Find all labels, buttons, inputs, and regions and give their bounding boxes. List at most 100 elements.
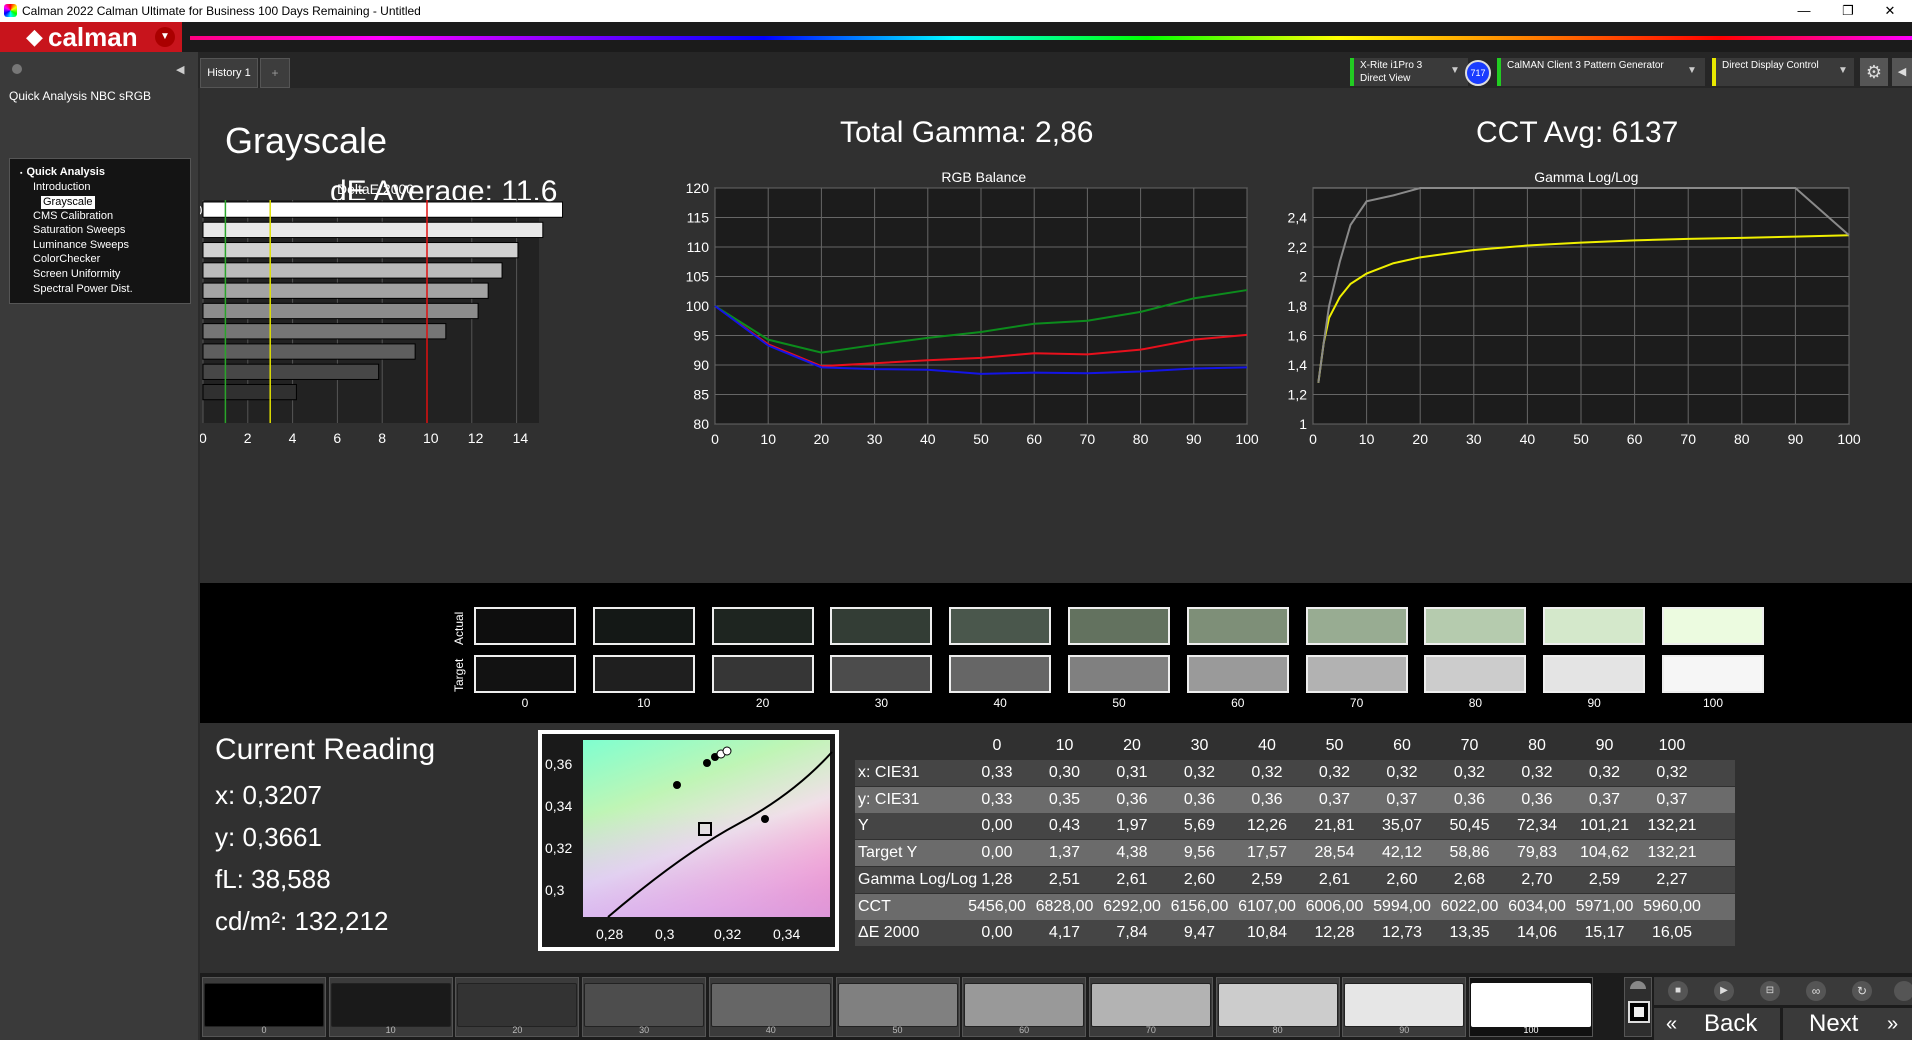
pattern-generator-selector[interactable]: CalMAN Client 3 Pattern Generator ▼	[1497, 58, 1705, 86]
stop-button[interactable]	[1628, 1001, 1650, 1023]
next-button[interactable]: Next »	[1783, 1008, 1912, 1040]
minimize-icon[interactable]: —	[1782, 0, 1826, 22]
target-whitepoint-marker	[698, 822, 712, 836]
logo-dropdown-icon[interactable]: ▼	[155, 27, 175, 47]
patch-label: 10	[385, 1025, 396, 1035]
sidebar-item-saturation-sweeps[interactable]: Saturation Sweeps	[33, 224, 125, 237]
g-rgb-x-tick: 100	[1235, 431, 1259, 447]
target-swatch	[1543, 655, 1646, 693]
tree-group-label: Quick Analysis	[26, 166, 105, 178]
meter-selector[interactable]: X-Rite i1Pro 3 Direct View ▼	[1350, 58, 1468, 86]
add-tab-button[interactable]: +	[260, 58, 290, 88]
cie-svg	[607, 746, 833, 918]
table-cell: 0,37	[1588, 790, 1621, 808]
sidebar-item-luminance-sweeps[interactable]: Luminance Sweeps	[33, 239, 129, 252]
sidebar-item-spectral-power[interactable]: Spectral Power Dist.	[33, 283, 133, 296]
table-cell: 2,60	[1386, 870, 1418, 888]
meter-status-badge[interactable]: 717	[1465, 60, 1491, 86]
table-cell: 12,28	[1314, 924, 1355, 942]
patch-label: 80	[1272, 1025, 1283, 1035]
target-label: Target	[452, 658, 466, 692]
back-button[interactable]: « Back	[1654, 1008, 1780, 1040]
more-icon[interactable]	[1894, 981, 1912, 1001]
actual-label: Actual	[452, 611, 466, 645]
g-rgb-x-tick: 10	[760, 431, 776, 447]
generator-dropdown-icon[interactable]: ▼	[1687, 65, 1697, 76]
play-icon[interactable]: ▶	[1714, 981, 1734, 1001]
table-cell: 12,73	[1381, 924, 1423, 942]
g-rgb-y-tick: 80	[693, 416, 709, 432]
calman-logo[interactable]: ◆ calman ▼	[0, 22, 182, 52]
display-dropdown-icon[interactable]: ▼	[1838, 65, 1848, 76]
g-rgb-title: RGB Balance	[941, 169, 1026, 185]
refresh-icon[interactable]: ↻	[1852, 981, 1872, 1001]
g-rgb-y-tick: 120	[686, 180, 710, 196]
table-header: 90	[1595, 737, 1614, 754]
g-rgb-x-tick: 50	[973, 431, 989, 447]
patch-swatch	[710, 983, 831, 1027]
g-rgb-x-tick: 40	[920, 431, 936, 447]
table-cell: 0,36	[1116, 790, 1148, 808]
table-cell: 4,17	[1048, 924, 1081, 942]
actual-swatch	[1662, 607, 1764, 645]
table-cell: 5,69	[1183, 817, 1216, 835]
panel-expand-icon[interactable]: ◀	[1892, 58, 1912, 86]
tree-expand-icon[interactable]: ▪	[20, 170, 22, 177]
restore-icon[interactable]: ❐	[1826, 0, 1870, 22]
meter-dropdown-icon[interactable]: ▼	[1450, 65, 1460, 76]
sidebar-item-introduction[interactable]: Introduction	[33, 181, 90, 194]
window-title: Calman 2022 Calman Ultimate for Business…	[22, 4, 421, 18]
patch-swatch	[330, 983, 451, 1027]
deltae-x-tick: 4	[289, 430, 297, 446]
table-cell: 14,06	[1516, 924, 1558, 942]
deltae-y-tick: 100	[200, 202, 203, 218]
table-cell: 1,37	[1048, 844, 1081, 862]
patch-label: 30	[639, 1025, 650, 1035]
close-icon[interactable]: ✕	[1868, 0, 1912, 22]
sidebar-item-colorchecker[interactable]: ColorChecker	[33, 253, 100, 266]
patch-label: 20	[512, 1025, 523, 1035]
target-swatch	[1662, 655, 1764, 693]
g-rgb-x-tick: 30	[867, 431, 883, 447]
table-cell: 104,62	[1580, 844, 1629, 862]
gamma-chart: Gamma Log/Log 0 10 20 30 40 50 60 70 80 90 100 1 1,2 1…	[1288, 169, 1861, 447]
sidebar-item-cms-calibration[interactable]: CMS Calibration	[33, 210, 113, 223]
table-cell: 0,32	[1318, 764, 1351, 781]
table-cell: 17,57	[1246, 844, 1288, 862]
save-icon[interactable]: ⊟	[1760, 981, 1780, 1001]
patch-swatch	[1471, 983, 1591, 1027]
swatch-label: 40	[993, 696, 1007, 710]
record-icon[interactable]: ■	[1668, 981, 1688, 1001]
display-control-selector[interactable]: Direct Display Control ▼	[1712, 58, 1854, 86]
workflow-title: Quick Analysis NBC sRGB	[9, 89, 152, 103]
sidebar-collapse-icon[interactable]: ◀	[176, 63, 184, 76]
g-rgb-x-tick: 80	[1133, 431, 1149, 447]
g-gam-x-tick: 100	[1837, 431, 1861, 447]
table-cell: 5994,00	[1373, 897, 1431, 915]
g-rgb-y-tick: 110	[687, 239, 710, 255]
table-cell: 0,31	[1116, 764, 1148, 781]
sidebar-item-screen-uniformity[interactable]: Screen Uniformity	[33, 268, 120, 281]
tree-group-quick-analysis[interactable]: ▪ Quick Analysis	[20, 166, 105, 180]
cie-point	[722, 746, 732, 756]
target-swatch	[830, 655, 933, 693]
g-rgb-x-tick: 90	[1186, 431, 1202, 447]
table-cell: 132,21	[1647, 844, 1697, 862]
target-swatch	[949, 655, 1052, 693]
table-cell: 72,34	[1516, 817, 1558, 835]
display-label: Direct Display Control	[1722, 60, 1819, 71]
table-cell: 6107,00	[1238, 897, 1296, 915]
eject-icon[interactable]	[1630, 981, 1646, 989]
swatch-label: 80	[1468, 696, 1483, 710]
sidebar-item-grayscale[interactable]: Grayscale	[41, 196, 95, 209]
planckian-locus	[607, 751, 833, 918]
table-cell: 1,28	[981, 870, 1013, 888]
loop-icon[interactable]: ∞	[1806, 981, 1826, 1001]
settings-gear-icon[interactable]: ⚙	[1860, 58, 1888, 86]
sidebar-pin-icon[interactable]	[12, 64, 22, 74]
g-gam-x-tick: 50	[1573, 431, 1589, 447]
patch-swatch	[584, 983, 705, 1027]
tab-history-1[interactable]: History 1	[200, 58, 258, 88]
patch-swatch	[457, 983, 578, 1027]
g-gam-x-tick: 40	[1520, 431, 1536, 447]
